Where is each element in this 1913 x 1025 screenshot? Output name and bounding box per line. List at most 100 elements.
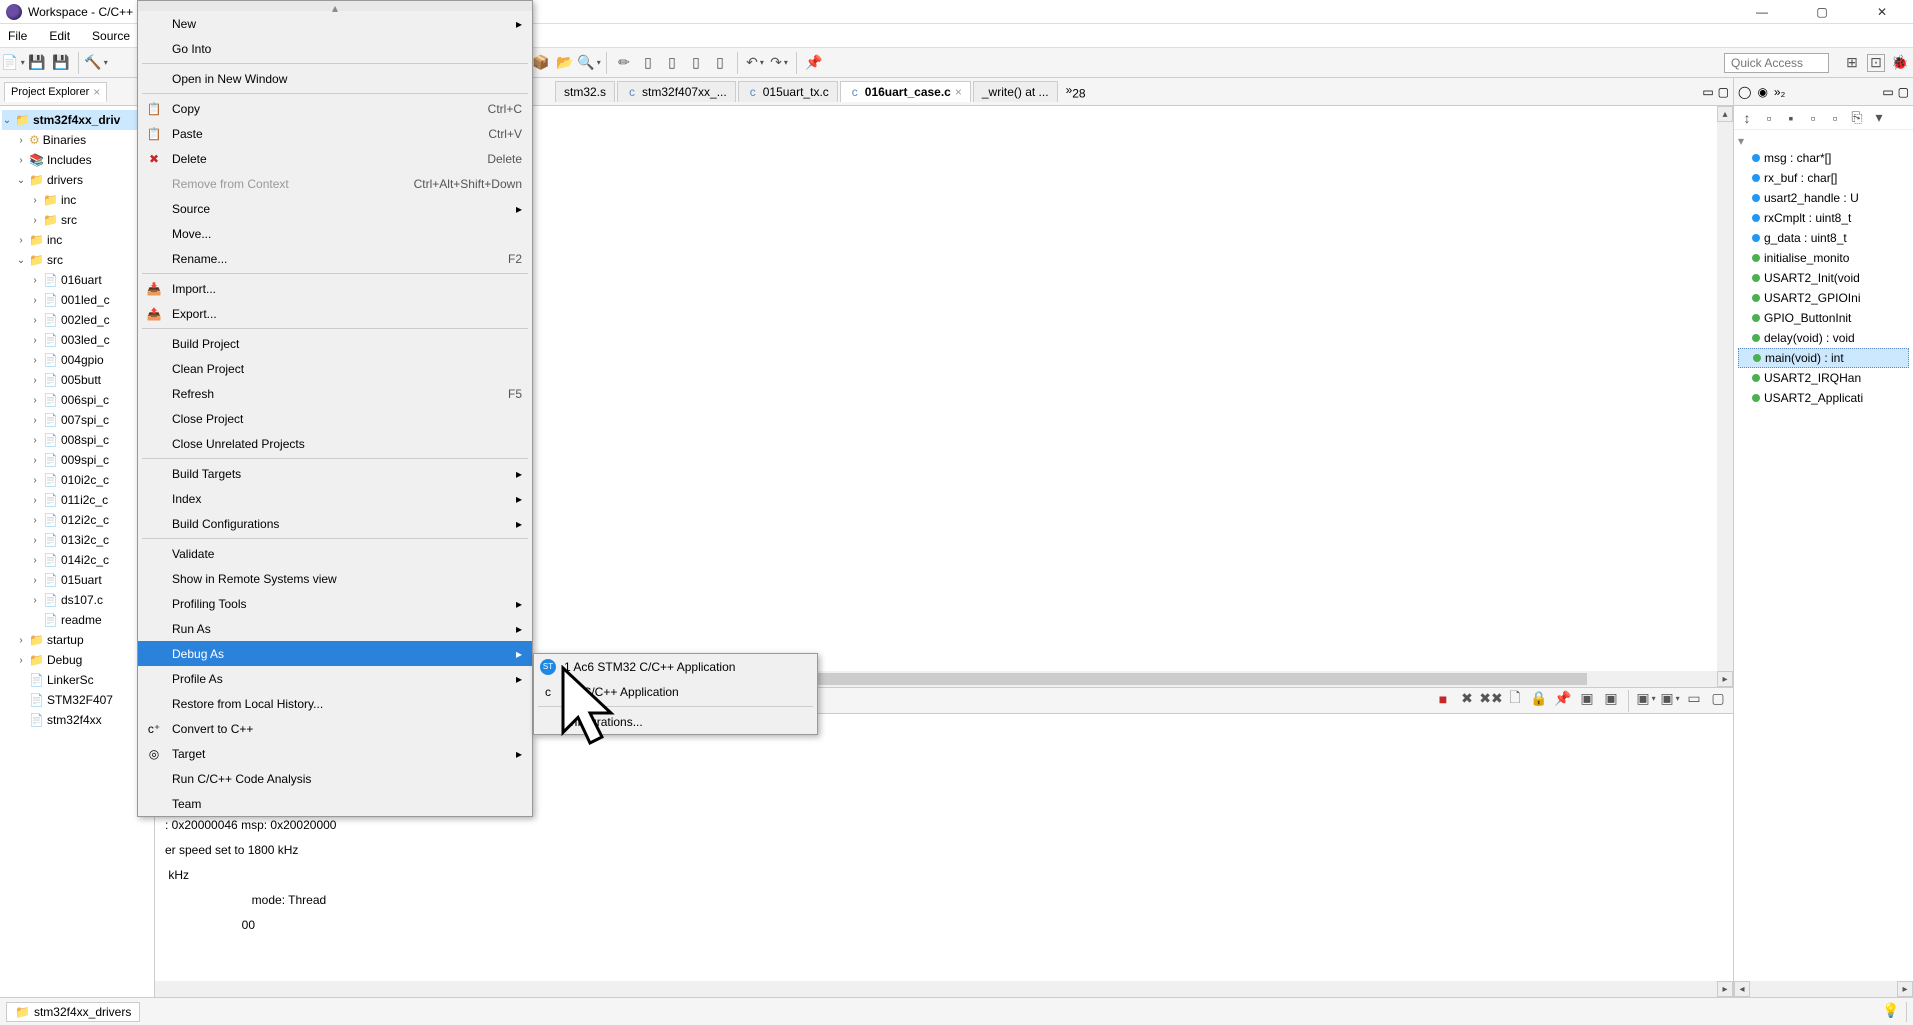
editor-tab[interactable]: stm32.s — [555, 81, 615, 102]
outline-item[interactable]: delay(void) : void — [1738, 328, 1909, 348]
minimize-view-icon[interactable]: ▭ — [1882, 85, 1893, 99]
scroll-up-icon[interactable]: ▴ — [1717, 106, 1733, 122]
collapse-icon[interactable]: ⌄ — [2, 115, 12, 126]
ctx-profiling-tools[interactable]: Profiling Tools▸ — [138, 591, 532, 616]
editor-tab[interactable]: _write() at ... — [973, 81, 1058, 102]
menu-source[interactable]: Source — [88, 27, 134, 45]
tree-row[interactable]: ›📄003led_c — [2, 330, 152, 350]
pin-icon[interactable]: 📌 — [805, 54, 823, 72]
tree-row[interactable]: ›📄010i2c_c — [2, 470, 152, 490]
hide-inactive-icon[interactable]: ▫ — [1826, 109, 1844, 127]
tree-row[interactable]: ›📄009spi_c — [2, 450, 152, 470]
tree-row[interactable]: ›📁startup — [2, 630, 152, 650]
tree-row[interactable]: ›📄012i2c_c — [2, 510, 152, 530]
ctx-build-targets[interactable]: Build Targets▸ — [138, 461, 532, 486]
outline-item[interactable]: USART2_Applicati — [1738, 388, 1909, 408]
save-all-icon[interactable]: 💾 — [52, 54, 70, 72]
ctx-refresh[interactable]: RefreshF5 — [138, 381, 532, 406]
ctx-copy[interactable]: 📋CopyCtrl+C — [138, 96, 532, 121]
close-icon[interactable]: × — [93, 85, 100, 99]
ctx-import[interactable]: 📥Import... — [138, 276, 532, 301]
tree-row[interactable]: ⌄📁src — [2, 250, 152, 270]
submenu-ac6-stm32[interactable]: ST1 Ac6 STM32 C/C++ Application — [534, 654, 817, 679]
step-icon[interactable]: ▯ — [687, 54, 705, 72]
collapse-icon[interactable]: ⌄ — [16, 175, 26, 186]
tree-row[interactable]: 📄stm32f4xx — [2, 710, 152, 730]
hide-nonpublic-icon[interactable]: ▫ — [1804, 109, 1822, 127]
ctx-close-project[interactable]: Close Project — [138, 406, 532, 431]
tree-row[interactable]: ›📄006spi_c — [2, 390, 152, 410]
terminate-icon[interactable]: ■ — [1434, 690, 1452, 708]
outline-item[interactable]: msg : char*[] — [1738, 148, 1909, 168]
menu-edit[interactable]: Edit — [45, 27, 74, 45]
tree-row[interactable]: ›📄007spi_c — [2, 410, 152, 430]
minimize-view-icon[interactable]: ▭ — [1685, 690, 1703, 708]
outline-item[interactable]: rx_buf : char[] — [1738, 168, 1909, 188]
collapse-icon[interactable]: ▾ — [1738, 134, 1744, 148]
tree-row[interactable]: ›📁src — [2, 210, 152, 230]
console-scrollbar[interactable]: ▸ — [155, 981, 1733, 997]
editor-tab[interactable]: c015uart_tx.c — [738, 81, 838, 102]
outline-item[interactable]: main(void) : int — [1738, 348, 1909, 368]
ctx-open-new-window[interactable]: Open in New Window — [138, 66, 532, 91]
cpp-perspective-icon[interactable]: ⊡ — [1867, 54, 1885, 72]
outline-item[interactable]: usart2_handle : U — [1738, 188, 1909, 208]
outline-item[interactable]: g_data : uint8_t — [1738, 228, 1909, 248]
ctx-debug-as[interactable]: Debug As▸ — [138, 641, 532, 666]
ctx-move[interactable]: Move... — [138, 221, 532, 246]
outline-item[interactable]: USART2_GPIOIni — [1738, 288, 1909, 308]
ctx-clean-project[interactable]: Clean Project — [138, 356, 532, 381]
filter-fields-icon[interactable]: ▫ — [1760, 109, 1778, 127]
ctx-export[interactable]: 📤Export... — [138, 301, 532, 326]
tree-row[interactable]: 📄LinkerSc — [2, 670, 152, 690]
link-icon-icon[interactable]: ⎘ — [1848, 109, 1866, 127]
tree-row[interactable]: 📄STM32F407 — [2, 690, 152, 710]
project-tree[interactable]: ⌄ 📁 stm32f4xx_driv ›⚙Binaries ›📚Includes… — [0, 106, 154, 997]
show-when-icon[interactable]: ▣ — [1578, 690, 1596, 708]
ctx-convert-cpp[interactable]: c⁺Convert to C++ — [138, 716, 532, 741]
nav-fwd-icon[interactable]: ↷ — [770, 54, 788, 72]
ctx-paste[interactable]: 📋PasteCtrl+V — [138, 121, 532, 146]
outline-item[interactable]: USART2_Init(void — [1738, 268, 1909, 288]
tree-row[interactable]: ›📄ds107.c — [2, 590, 152, 610]
ctx-new[interactable]: New▸ — [138, 11, 532, 36]
toggle-mark-icon[interactable]: ✏ — [615, 54, 633, 72]
lock-scroll-icon[interactable]: 🔒 — [1530, 690, 1548, 708]
tree-row[interactable]: ›📁Debug — [2, 650, 152, 670]
sort-icon[interactable]: ↕ — [1738, 109, 1756, 127]
ctx-build-config[interactable]: Build Configurations▸ — [138, 511, 532, 536]
minimize-view-icon[interactable]: ▭ — [1702, 85, 1713, 99]
filter-static-icon[interactable]: ▪ — [1782, 109, 1800, 127]
ctx-run-as[interactable]: Run As▸ — [138, 616, 532, 641]
tree-row-project[interactable]: ⌄ 📁 stm32f4xx_driv — [2, 110, 152, 130]
ctx-remove-context[interactable]: Remove from ContextCtrl+Alt+Shift+Down — [138, 171, 532, 196]
debug-perspective-icon[interactable]: 🐞 — [1891, 54, 1909, 72]
step-icon[interactable]: ▯ — [711, 54, 729, 72]
open-console-icon[interactable]: ▣ — [1661, 690, 1679, 708]
minimize-button[interactable]: — — [1747, 2, 1777, 22]
outline-list[interactable]: ▾msg : char*[]rx_buf : char[]usart2_hand… — [1734, 130, 1913, 981]
tree-row[interactable]: 📄readme — [2, 610, 152, 630]
open-project-icon[interactable]: 📂 — [556, 54, 574, 72]
outline-icon[interactable]: ◯ — [1738, 85, 1751, 99]
status-project-tab[interactable]: 📁 stm32f4xx_drivers — [6, 1002, 140, 1022]
tree-row[interactable]: ›📄008spi_c — [2, 430, 152, 450]
clear-icon[interactable]: 🗋 — [1506, 690, 1524, 708]
outline-item[interactable]: initialise_monito — [1738, 248, 1909, 268]
ctx-restore-history[interactable]: Restore from Local History... — [138, 691, 532, 716]
remove-icon[interactable]: ✖ — [1458, 690, 1476, 708]
maximize-button[interactable]: ▢ — [1807, 2, 1837, 22]
tree-row[interactable]: ›📄004gpio — [2, 350, 152, 370]
tree-row[interactable]: ›📄001led_c — [2, 290, 152, 310]
save-icon[interactable]: 💾 — [28, 54, 46, 72]
ctx-delete[interactable]: ✖DeleteDelete — [138, 146, 532, 171]
close-button[interactable]: ✕ — [1867, 2, 1897, 22]
tree-row[interactable]: ›📄015uart — [2, 570, 152, 590]
tree-row[interactable]: ›📄002led_c — [2, 310, 152, 330]
open-perspective-icon[interactable]: ⊞ — [1843, 54, 1861, 72]
new-wizard-icon[interactable]: 📄 — [4, 54, 22, 72]
scroll-right-icon[interactable]: ▸ — [1717, 671, 1733, 687]
tree-row[interactable]: ›📄014i2c_c — [2, 550, 152, 570]
close-icon[interactable]: × — [955, 85, 962, 99]
display-selected-icon[interactable]: ▣ — [1637, 690, 1655, 708]
